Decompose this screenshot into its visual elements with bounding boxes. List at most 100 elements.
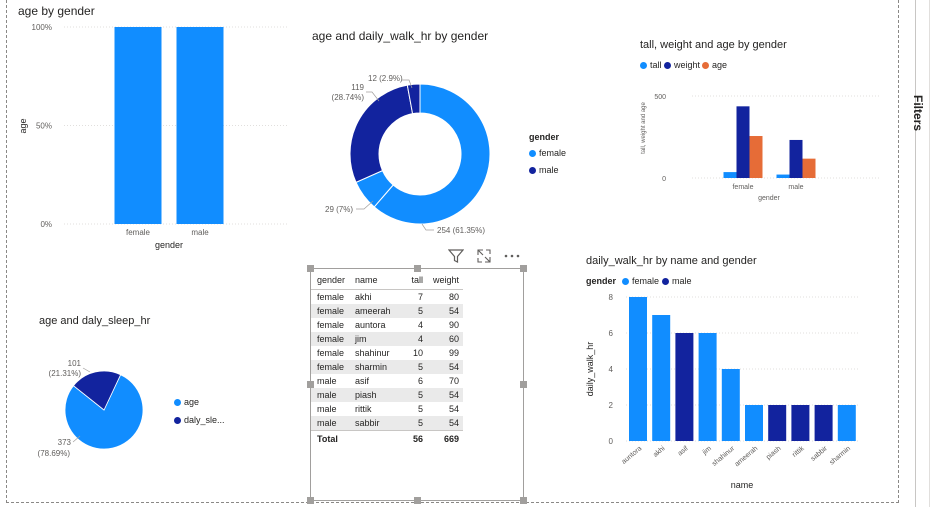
- column-header-tall[interactable]: tall: [399, 271, 427, 290]
- resize-handle[interactable]: [520, 381, 527, 388]
- table-row[interactable]: male asif 6 70: [311, 374, 463, 388]
- legend-dot: [529, 166, 536, 174]
- table-cell: 6: [417, 376, 423, 386]
- table-row[interactable]: female sharmin 5 54: [311, 360, 464, 374]
- bar-ameerah: [745, 405, 763, 441]
- column-header-weight[interactable]: weight: [427, 271, 464, 290]
- bar-female: [114, 27, 162, 224]
- data-label: 373: [58, 438, 72, 447]
- table-cell: rittik: [355, 404, 372, 414]
- table-row[interactable]: female akhi 7 80: [311, 290, 463, 305]
- visual-tall-weight-age[interactable]: tall, weight and age by gender tall weig…: [630, 36, 885, 211]
- bar-piash: [768, 405, 787, 441]
- visual-age-by-gender[interactable]: age by gender 100% 50% 0% age female male gend…: [14, 2, 294, 257]
- y-tick-label: 4: [609, 365, 614, 374]
- visual-header: [445, 248, 525, 264]
- total-cell: 669: [427, 430, 464, 447]
- column-header-name[interactable]: name: [349, 271, 399, 290]
- filters-pane[interactable]: Filters: [900, 0, 931, 507]
- filter-icon[interactable]: [448, 248, 464, 264]
- visual-age-walk-donut[interactable]: age and daily_walk_hr by gender 12 (2.9%…: [300, 26, 590, 246]
- x-tick-label: male: [788, 184, 803, 191]
- table-row[interactable]: male piash 5 54: [311, 388, 464, 402]
- bar-tall-male: [776, 174, 790, 178]
- resize-handle[interactable]: [307, 497, 314, 504]
- table-cell: 5: [417, 404, 423, 414]
- legend-item-female[interactable]: female: [529, 148, 566, 158]
- table-cell: female: [311, 332, 349, 346]
- table-row[interactable]: male sabbir 5 54: [311, 416, 464, 431]
- table-cell: 54: [427, 304, 464, 318]
- x-tick-label: jim: [701, 445, 713, 457]
- resize-handle[interactable]: [520, 497, 527, 504]
- y-tick-label: 2: [609, 401, 614, 410]
- legend-item-male[interactable]: male: [529, 165, 559, 175]
- x-tick-label: female: [126, 228, 151, 237]
- total-cell: [349, 430, 399, 447]
- more-options-icon[interactable]: [503, 248, 521, 264]
- x-tick-label: male: [191, 228, 209, 237]
- table-cell: 54: [449, 404, 460, 414]
- resize-handle[interactable]: [520, 265, 527, 272]
- legend-dot: [529, 149, 536, 157]
- table-row[interactable]: female jim 4 60: [311, 332, 464, 346]
- table-cell: male: [311, 388, 349, 402]
- focus-mode-icon[interactable]: [476, 248, 492, 264]
- table-cell: 10: [412, 348, 423, 358]
- data-label: 101: [68, 359, 82, 368]
- total-cell: 56: [399, 430, 427, 447]
- table-cell: female: [317, 348, 345, 358]
- y-tick-label: 0%: [40, 220, 52, 229]
- table-cell: 80: [449, 292, 460, 302]
- pane-divider: [915, 0, 916, 507]
- table-cell: sharmin: [349, 360, 399, 374]
- walk-bar-chart: 8 6 4 2 0 daily_walk_hrauntora akhi asif jimshah…: [585, 293, 858, 490]
- data-label: 254 (61.35%): [437, 226, 485, 235]
- x-tick-label: asif: [677, 445, 690, 457]
- legend-title: gender: [529, 132, 560, 142]
- table-cell: female: [311, 304, 349, 318]
- table-row[interactable]: female auntora 4 90: [311, 318, 463, 332]
- legend-item-age[interactable]: age: [174, 397, 199, 407]
- table-row[interactable]: male rittik 5 54: [311, 402, 463, 416]
- table-row[interactable]: female shahinur 10 99: [311, 346, 463, 360]
- bar-age-male: [802, 158, 816, 178]
- data-label: (28.74%): [332, 93, 365, 102]
- visual-age-sleep-pie[interactable]: age and daly_sleep_hr 101 (21.31%) 373 (78.…: [14, 310, 294, 490]
- y-tick-label: 500: [654, 94, 666, 101]
- table-row[interactable]: female ameerah 5 54: [311, 304, 464, 318]
- y-tick-label: 100%: [32, 23, 52, 32]
- table-cell: shahinur: [355, 348, 390, 358]
- table-cell: 90: [449, 320, 460, 330]
- table-cell: akhi: [355, 292, 372, 302]
- filters-tab[interactable]: Filters: [911, 86, 931, 138]
- bar-asif: [675, 333, 694, 441]
- table-cell: female: [311, 360, 349, 374]
- y-tick-label: 50%: [36, 122, 52, 131]
- resize-handle[interactable]: [414, 497, 421, 504]
- table-cell: female: [317, 292, 345, 302]
- bar-sharmin: [837, 405, 856, 441]
- table-total-row: Total 56 669: [311, 430, 464, 447]
- table-cell: ameerah: [349, 304, 399, 318]
- table-cell: 70: [449, 376, 460, 386]
- legend-item-sleep[interactable]: daly_sle...: [174, 415, 225, 425]
- visual-walk-by-name[interactable]: daily_walk_hr by name and gender gender …: [580, 252, 880, 492]
- x-tick-label: akhi: [652, 445, 667, 459]
- legend-dot: [174, 416, 181, 424]
- table-cell: 5: [399, 388, 427, 402]
- x-tick-label: rittik: [791, 445, 806, 459]
- y-axis-label: tall, weight and age: [641, 101, 647, 153]
- column-header-gender[interactable]: gender: [311, 271, 349, 290]
- data-table: gender name tall weight female akhi 7 80 fem…: [311, 271, 464, 447]
- table-cell: 54: [427, 388, 464, 402]
- table-cell: jim: [349, 332, 399, 346]
- y-tick-label: 0: [662, 176, 666, 183]
- table-visual-selection[interactable]: gender name tall weight female akhi 7 80 fem…: [307, 265, 527, 504]
- table-cell: 54: [427, 416, 464, 431]
- table-cell: male: [317, 404, 337, 414]
- age-by-gender-chart: 100% 50% 0% age female male gender: [18, 23, 289, 250]
- y-tick-label: 8: [609, 293, 614, 302]
- data-label: (78.69%): [38, 449, 71, 458]
- bar-weight-male: [789, 139, 803, 178]
